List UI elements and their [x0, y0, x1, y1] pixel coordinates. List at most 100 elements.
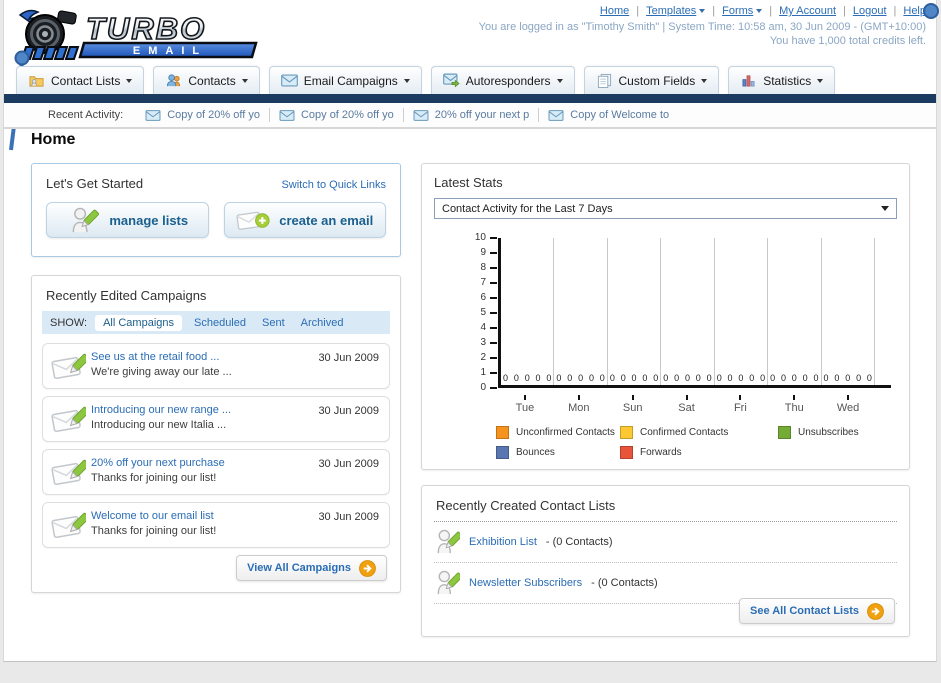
- recent-activity-item[interactable]: Copy of 20% off yo: [145, 109, 260, 121]
- page: TURBO EMAIL Home | Templates | Forms | My Acco…: [0, 0, 941, 683]
- tab-contact-lists[interactable]: Contact Lists: [16, 66, 145, 94]
- contact-list-name-link[interactable]: Newsletter Subscribers: [469, 577, 582, 589]
- envelope-pencil-icon: [50, 404, 90, 435]
- campaign-date: 30 Jun 2009: [318, 405, 379, 417]
- bar-value-label: 0: [535, 373, 541, 383]
- nav-link-logout[interactable]: Logout: [853, 5, 887, 17]
- person-pencil-icon: [66, 207, 100, 234]
- page-title: Home: [31, 131, 76, 148]
- nav-link-help[interactable]: Help: [903, 5, 926, 17]
- bar-value-labels: 00000: [556, 373, 604, 383]
- tab-email-campaigns[interactable]: Email Campaigns: [268, 66, 422, 94]
- separator: [538, 108, 540, 122]
- chart-x-axis: Tue Mon Sun Sat Fri Thu Wed: [498, 395, 891, 414]
- campaign-item[interactable]: Welcome to our email list Thanks for join…: [42, 502, 390, 548]
- nav-link-templates[interactable]: Templates: [646, 5, 706, 17]
- bar-value-labels: 00000: [824, 373, 872, 383]
- tab-label: Custom Fields: [618, 73, 696, 88]
- filter-tab-scheduled[interactable]: Scheduled: [194, 317, 246, 329]
- bar-value-labels: 00000: [770, 373, 818, 383]
- legend-item: Unsubscribes: [778, 426, 897, 439]
- see-all-contact-lists-button[interactable]: See All Contact Lists: [738, 598, 895, 624]
- envelope-pencil-icon: [50, 457, 90, 488]
- recent-activity-item[interactable]: Copy of 20% off yo: [279, 109, 394, 121]
- recent-contact-lists-panel: Recently Created Contact Lists Exhibitio…: [421, 485, 910, 637]
- top-nav: Home | Templates | Forms | My Account | Logout | H…: [600, 5, 926, 17]
- legend-item: Bounces: [496, 446, 620, 459]
- manage-lists-button[interactable]: manage lists: [46, 202, 209, 238]
- chevron-down-icon: [756, 9, 763, 13]
- x-tick-mark: [847, 395, 850, 400]
- filter-tab-all-campaigns[interactable]: All Campaigns: [95, 314, 182, 331]
- bar-value-labels: 00000: [717, 373, 765, 383]
- main-menu: Contact Lists Contacts Email Campaigns Auto…: [16, 63, 936, 94]
- bar-value-label: 0: [727, 373, 733, 383]
- view-all-campaigns-button[interactable]: View All Campaigns: [236, 555, 387, 581]
- recent-campaigns-panel: Recently Edited Campaigns SHOW: All Camp…: [31, 275, 401, 593]
- y-tick-label: 4: [480, 322, 486, 333]
- nav-link-home[interactable]: Home: [600, 5, 629, 17]
- x-tick-mark: [577, 395, 580, 400]
- see-all-contact-lists-label: See All Contact Lists: [749, 605, 859, 617]
- create-email-button[interactable]: create an email: [223, 202, 386, 238]
- legend-item: Confirmed Contacts: [620, 426, 778, 439]
- campaign-item[interactable]: See us at the retail food ... We're givin…: [42, 343, 390, 389]
- bar-value-label: 0: [834, 373, 840, 383]
- stats-period-select[interactable]: Contact Activity for the Last 7 Days: [434, 198, 897, 219]
- campaign-date: 30 Jun 2009: [318, 352, 379, 364]
- bar-value-label: 0: [845, 373, 851, 383]
- y-tick-label: 9: [480, 247, 486, 258]
- recent-activity-item[interactable]: Copy of Welcome to: [548, 109, 669, 121]
- campaign-subtitle: Introducing our new Italia ...: [91, 419, 227, 431]
- tab-custom-fields[interactable]: Custom Fields: [583, 66, 720, 94]
- y-tick-label: 1: [480, 367, 486, 378]
- nav-link-label: Logout: [852, 5, 887, 17]
- recent-activity-item-label: Copy of 20% off yo: [167, 109, 260, 121]
- get-started-title: Let's Get Started: [46, 176, 144, 191]
- chevron-down-icon: [556, 78, 563, 83]
- filter-tab-sent[interactable]: Sent: [262, 317, 285, 329]
- x-tick-label: Thu: [784, 402, 804, 414]
- filter-tab-archived[interactable]: Archived: [301, 317, 344, 329]
- contact-list-count: - (0 Contacts): [591, 577, 658, 589]
- bar-value-label: 0: [642, 373, 648, 383]
- recent-activity-item[interactable]: 20% off your next p: [413, 109, 529, 121]
- legend-label: Unsubscribes: [798, 427, 859, 438]
- separator: [268, 108, 270, 122]
- get-started-panel: Let's Get Started Switch to Quick Links: [31, 163, 401, 257]
- tab-autoresponders[interactable]: Autoresponders: [430, 66, 575, 94]
- tab-contacts[interactable]: Contacts: [153, 66, 260, 94]
- nav-link-my-account[interactable]: My Account: [779, 5, 836, 17]
- chart-legend: Unconfirmed Contacts Confirmed Contacts Un…: [496, 426, 897, 459]
- y-tick-label: 6: [480, 292, 486, 303]
- contact-list-name-link[interactable]: Exhibition List: [469, 536, 537, 548]
- campaign-subtitle: Thanks for joining our list!: [91, 525, 217, 537]
- y-tick-label: 5: [480, 307, 486, 318]
- nav-link-label: Forms: [722, 5, 754, 17]
- bar-value-label: 0: [780, 373, 786, 383]
- y-tick-mark: [490, 297, 497, 299]
- arrow-right-icon: [359, 559, 376, 577]
- y-tick-label: 0: [480, 382, 486, 393]
- stats-period-value: Contact Activity for the Last 7 Days: [442, 202, 613, 215]
- envelope-plus-icon: [236, 207, 270, 234]
- legend-label: Confirmed Contacts: [640, 427, 729, 438]
- recent-activity-item-label: Copy of Welcome to: [570, 109, 670, 121]
- person-pencil-icon: [436, 570, 460, 596]
- x-tick-mark: [631, 395, 634, 400]
- nav-link-forms[interactable]: Forms: [722, 5, 763, 17]
- chart-group: 00000: [608, 238, 662, 385]
- credits-info: You have 1,000 total credits left.: [769, 35, 926, 47]
- nav-link-label: Templates: [646, 5, 697, 17]
- show-label: SHOW:: [50, 316, 88, 329]
- chart-group: 00000: [661, 238, 715, 385]
- campaign-item[interactable]: 20% off your next purchase Thanks for joi…: [42, 449, 390, 495]
- legend-swatch: [778, 426, 791, 439]
- nav-link-label: My Account: [779, 5, 836, 17]
- create-email-label: create an email: [279, 212, 374, 228]
- view-all-campaigns-label: View All Campaigns: [247, 562, 351, 574]
- tab-statistics[interactable]: Statistics: [728, 66, 836, 94]
- switch-quick-links-link[interactable]: Switch to Quick Links: [281, 179, 386, 191]
- recent-activity-label: Recent Activity:: [48, 109, 124, 121]
- campaign-item[interactable]: Introducing our new range ... Introducing…: [42, 396, 390, 442]
